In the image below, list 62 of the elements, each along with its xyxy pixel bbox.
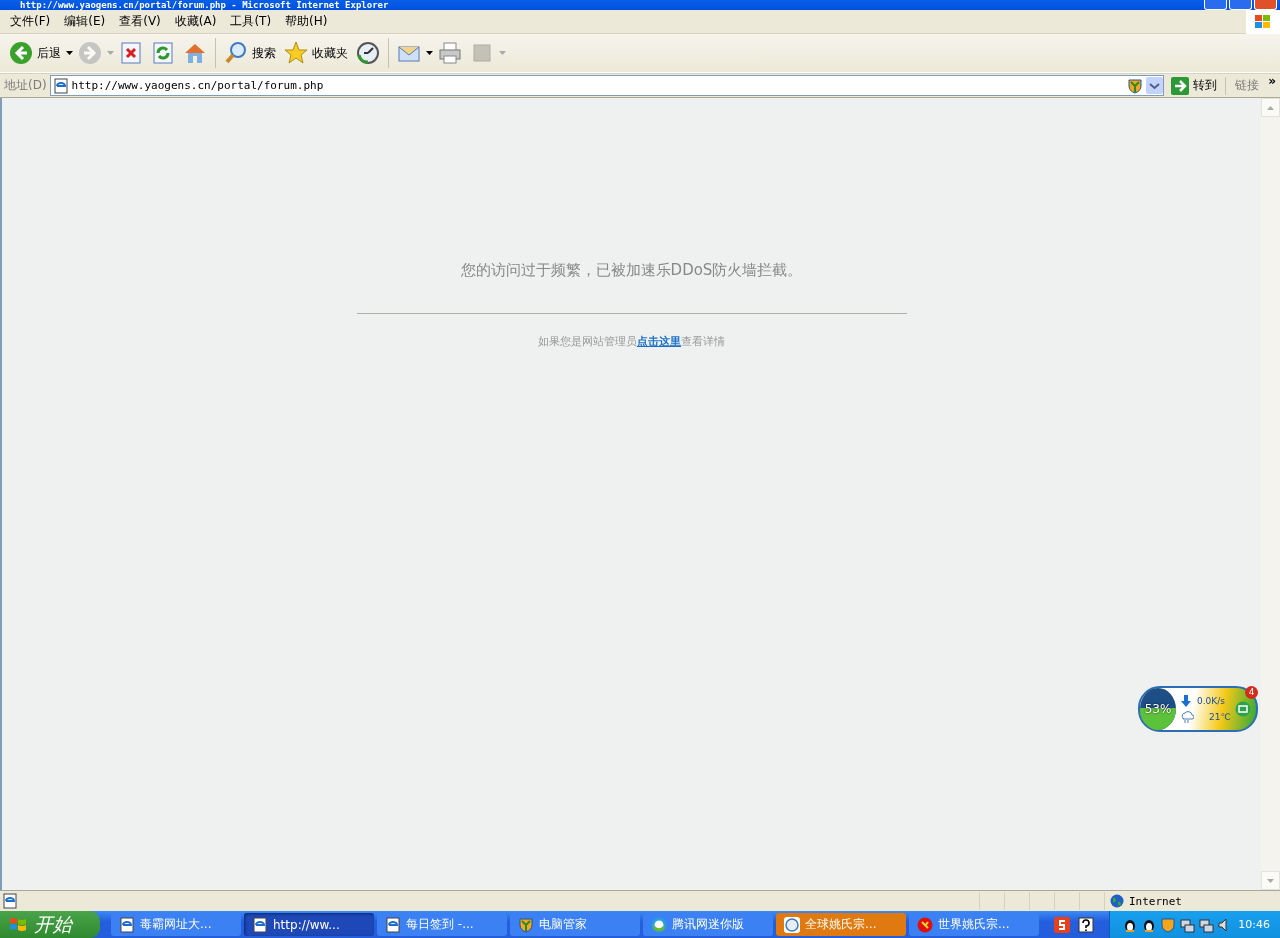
menu-item[interactable]: 工具(T): [223, 11, 279, 32]
cloud-rain-icon: [1180, 711, 1194, 723]
details-link[interactable]: 点击这里: [637, 335, 681, 348]
maximize-button[interactable]: [1229, 0, 1252, 10]
menu-item[interactable]: 编辑(E): [57, 11, 113, 32]
menu-item[interactable]: 帮助(H): [278, 11, 335, 32]
printer-icon: [438, 41, 462, 65]
ring-icon: [651, 916, 667, 933]
page-icon: [252, 916, 268, 933]
temperature: 21℃: [1208, 712, 1231, 722]
start-button[interactable]: 开始: [0, 911, 100, 938]
round-badge-icon: [784, 916, 800, 933]
taskbar-button[interactable]: http://ww...: [244, 913, 374, 936]
taskbar-button[interactable]: 电脑管家: [510, 913, 640, 936]
go-arrow-icon: [1171, 76, 1190, 95]
house-icon: [183, 41, 207, 65]
admin-note: 如果您是网站管理员点击这里查看详情: [538, 334, 725, 349]
window-icon[interactable]: [1234, 701, 1251, 717]
stop-icon: [119, 41, 143, 65]
notification-badge: 4: [1245, 686, 1258, 699]
error-message: 您的访问过于频繁，已被加速乐DDoS防火墙拦截。: [460, 261, 803, 280]
dropdown-caret-icon[interactable]: [426, 51, 433, 55]
star-icon: [284, 41, 308, 65]
menu-item[interactable]: 文件(F): [3, 11, 58, 32]
clock: 10:46: [1238, 918, 1271, 931]
minimize-button[interactable]: [1204, 0, 1227, 10]
search-button[interactable]: 搜索: [221, 38, 279, 68]
download-arrow-icon: [1180, 695, 1192, 707]
more-links-button[interactable]: »: [1268, 74, 1280, 88]
windows-logo-icon: [8, 915, 28, 934]
page-icon: [119, 916, 135, 933]
close-button[interactable]: [1254, 0, 1277, 10]
page-icon: [2, 893, 18, 909]
window-title: http://www.yaogens.cn/portal/forum.php - Microsoft Internet Explorer: [19, 0, 390, 10]
shield-icon: [518, 916, 534, 933]
taskbar-button[interactable]: 世界姚氏宗...: [909, 913, 1039, 936]
page-icon: [52, 77, 69, 94]
network-speed: 0.0K/s: [1197, 696, 1225, 706]
taskbar-button[interactable]: 腾讯网迷你版: [643, 913, 773, 936]
taskbar-button[interactable]: 每日签到 -...: [377, 913, 507, 936]
search-icon: [224, 41, 248, 65]
refresh-icon: [151, 41, 175, 65]
page-icon: [385, 916, 401, 933]
links-button[interactable]: 链接: [1229, 77, 1266, 94]
menu-item[interactable]: 收藏(A): [167, 11, 224, 32]
go-button[interactable]: 转到: [1167, 76, 1227, 95]
menu-item[interactable]: 查看(V): [112, 11, 168, 32]
taskbar-button[interactable]: 毒霸网址大...: [111, 913, 241, 936]
round-logo-icon: [917, 916, 933, 933]
zone-label: Internet: [1129, 894, 1182, 908]
network-icon[interactable]: [1179, 916, 1195, 933]
favorites-button[interactable]: 收藏夹: [281, 38, 351, 68]
address-label: 地址(D): [4, 77, 47, 94]
square-icon: [470, 41, 494, 65]
s-app-icon[interactable]: [1054, 916, 1070, 933]
dropdown-caret-icon[interactable]: [66, 51, 73, 55]
address-field[interactable]: http://www.yaogens.cn/portal/forum.php: [49, 75, 1165, 96]
help-icon[interactable]: [1078, 916, 1094, 933]
back-button[interactable]: 后退: [6, 38, 64, 68]
globe-icon: [1110, 894, 1124, 908]
network-icon[interactable]: [1198, 916, 1214, 933]
shield-icon: [1127, 77, 1144, 94]
